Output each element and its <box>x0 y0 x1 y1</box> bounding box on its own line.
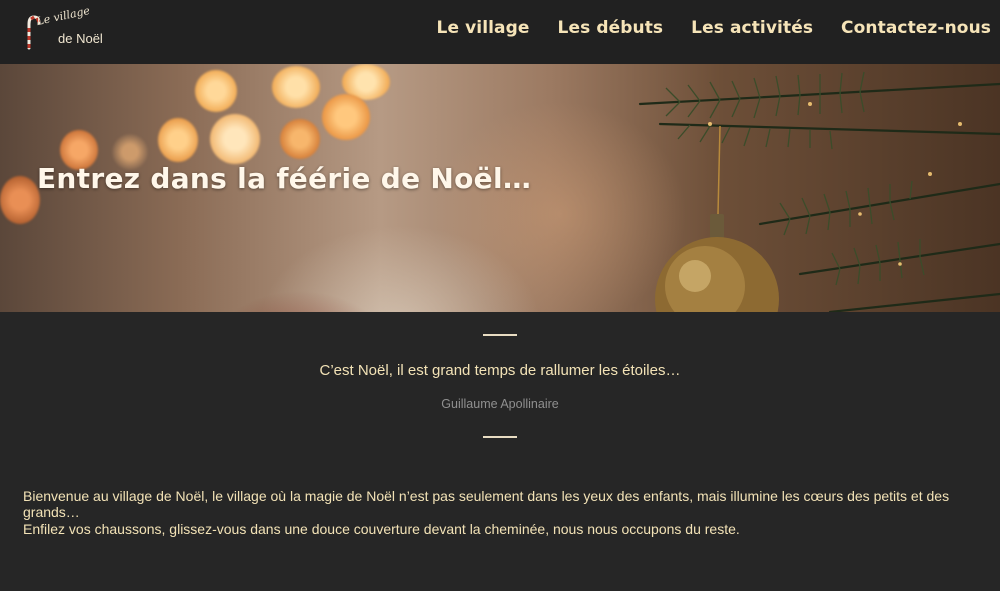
bokeh-light <box>322 94 370 140</box>
nav-link-village[interactable]: Le village <box>437 18 530 38</box>
quote-divider-top <box>483 334 517 336</box>
quote-text: C’est Noël, il est grand temps de rallum… <box>319 362 681 379</box>
quote-author: Guillaume Apollinaire <box>441 397 559 411</box>
pine-branch-image <box>638 71 1000 312</box>
intro-paragraph: Bienvenue au village de Noël, le village… <box>23 488 950 520</box>
logo-text-bottom: de Noël <box>58 31 103 46</box>
nav-link-activites[interactable]: Les activités <box>691 18 813 38</box>
bokeh-light <box>210 114 260 164</box>
nav-link-debuts[interactable]: Les débuts <box>558 18 664 38</box>
intro-paragraph: Enfilez vos chaussons, glissez-vous dans… <box>23 521 740 537</box>
nav-link-contact[interactable]: Contactez-nous <box>841 18 991 38</box>
navbar: Le village de Noël Le village Les débuts… <box>0 0 1000 64</box>
bokeh-light <box>280 119 320 159</box>
site-logo[interactable]: Le village de Noël <box>22 4 112 50</box>
bokeh-light <box>195 70 237 112</box>
quote-divider-bottom <box>483 436 517 438</box>
hero-title: Entrez dans la féérie de Noël… <box>37 162 532 195</box>
logo-text-top: Le village <box>35 4 92 28</box>
bokeh-light <box>0 176 40 224</box>
bokeh-light <box>272 66 320 108</box>
bokeh-light <box>158 118 198 162</box>
main-nav: Le village Les débuts Les activités Cont… <box>437 18 991 38</box>
hero-banner: Entrez dans la féérie de Noël… <box>0 64 1000 312</box>
